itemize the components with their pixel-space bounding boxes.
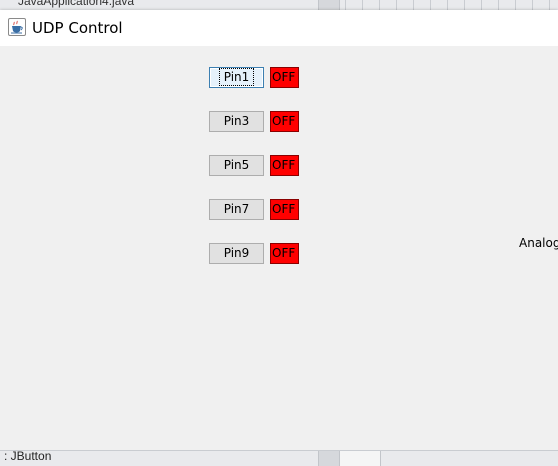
pin7-status-indicator: OFF [270,199,299,220]
pin5-status-indicator: OFF [270,155,299,176]
pin1-button[interactable]: Pin1 [209,67,264,88]
background-bottom-splitter[interactable] [318,451,340,466]
background-bottom-panel [340,451,381,466]
pin3-button[interactable]: Pin3 [209,111,264,132]
background-ide-status-bar: : JButton [0,449,558,466]
java-coffee-cup-icon [8,18,26,36]
pin7-button[interactable]: Pin7 [209,199,264,220]
background-component-label: : JButton [4,449,52,463]
udp-control-window: UDP Control Pin1 OFF Pin3 OFF Pin5 OFF P… [0,10,558,451]
pin9-status-indicator: OFF [270,243,299,264]
pin7-button-label: Pin7 [223,202,250,216]
pin5-button-label: Pin5 [223,158,250,172]
analog-label: Analog [519,236,558,250]
window-title: UDP Control [32,19,123,37]
content-pane: Pin1 OFF Pin3 OFF Pin5 OFF Pin7 OFF Pin9… [0,46,558,450]
pin3-status-indicator: OFF [270,111,299,132]
pin5-button[interactable]: Pin5 [209,155,264,176]
pin1-status-indicator: OFF [270,67,299,88]
window-titlebar[interactable]: UDP Control [0,10,558,46]
pin1-button-label: Pin1 [218,68,255,86]
pin9-button-label: Pin9 [223,246,250,260]
background-file-tab[interactable]: JavaApplication4.java [18,0,134,8]
pin9-button[interactable]: Pin9 [209,243,264,264]
pin3-button-label: Pin3 [223,114,250,128]
